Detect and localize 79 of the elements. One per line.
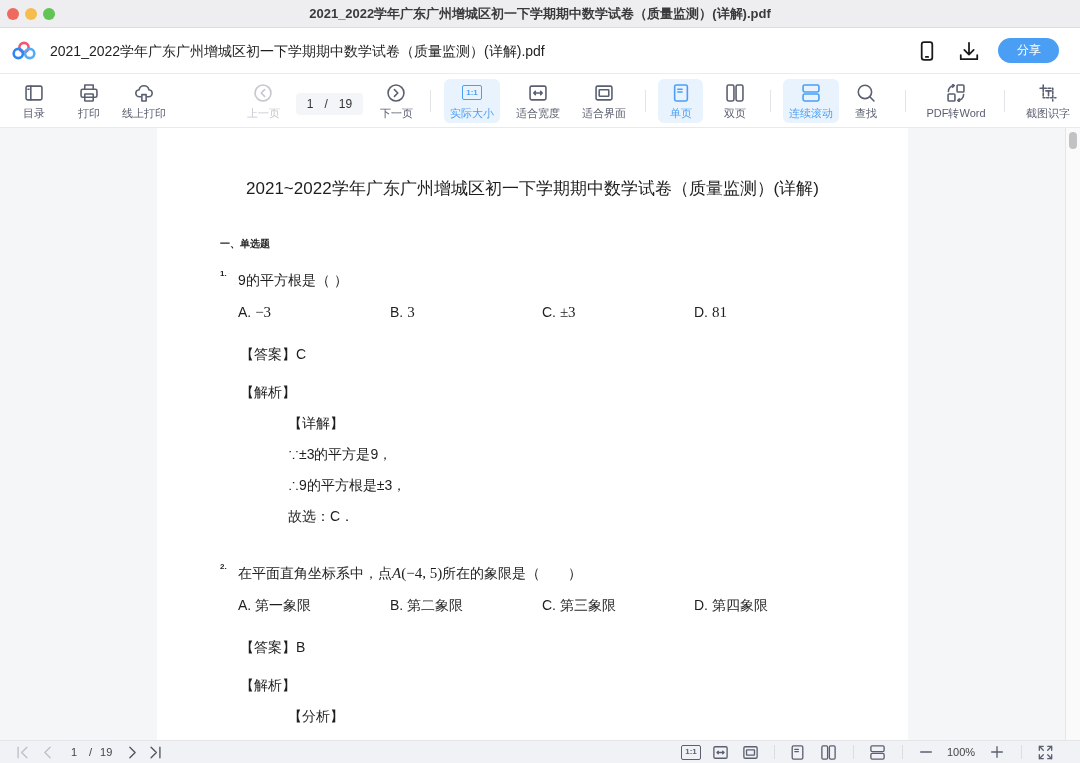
chevron-left-circle-icon xyxy=(254,83,272,102)
screenshot-text-button[interactable]: 截图识字 xyxy=(1020,78,1076,123)
two-pages-icon xyxy=(725,83,744,102)
page-number-field[interactable]: 1 / 19 xyxy=(296,93,363,115)
two-pages-icon xyxy=(821,744,836,760)
fit-width-icon xyxy=(529,83,547,102)
zoom-in-button[interactable] xyxy=(989,744,1004,760)
analysis-heading: 【解析】 xyxy=(240,676,296,695)
fit-page-button[interactable] xyxy=(743,744,758,760)
scrollbar-track[interactable] xyxy=(1065,128,1080,740)
crop-text-icon xyxy=(1039,83,1057,102)
chevron-right-circle-icon xyxy=(387,83,405,102)
online-print-button[interactable]: 线上打印 xyxy=(116,78,172,123)
print-button[interactable]: 打印 xyxy=(67,78,111,123)
download-button[interactable] xyxy=(959,40,979,61)
page-separator: / xyxy=(88,745,94,759)
answer-option: A. −3 xyxy=(238,304,272,320)
answer-option: D. 81 xyxy=(694,304,727,320)
contents-button[interactable]: 目录 xyxy=(12,78,56,123)
continuous-scroll-button[interactable] xyxy=(870,744,885,760)
stacked-pages-icon xyxy=(802,83,820,102)
convert-icon xyxy=(947,83,965,102)
minus-icon xyxy=(919,751,932,753)
question-number: 1. xyxy=(220,269,227,279)
fit-page-icon xyxy=(595,83,613,102)
pdf-to-word-button[interactable]: PDF转Word xyxy=(920,78,992,123)
download-icon xyxy=(959,40,979,61)
fullscreen-icon xyxy=(1038,744,1053,760)
question-text: 9的平方根是（ ） xyxy=(238,271,348,290)
plus-icon xyxy=(990,746,1003,758)
file-name: 2021_2022学年广东广州增城区初一下学期期中数学试卷（质量监测）(详解).pdf xyxy=(50,41,545,60)
scrollbar-thumb[interactable] xyxy=(1069,132,1077,149)
sidebar-icon xyxy=(25,83,43,102)
solution-line: 【分析】 xyxy=(288,707,344,726)
answer-option: A. 第一象限 xyxy=(238,597,312,613)
question-text: 在平面直角坐标系中，点A(−4, 5)所在的象限是（ ） xyxy=(238,564,583,583)
stacked-pages-icon xyxy=(870,744,885,760)
answer-text: 【答案】C xyxy=(240,345,307,364)
answer-option: D. 第四象限 xyxy=(694,597,768,613)
single-page-icon xyxy=(671,83,690,102)
analysis-heading: 【解析】 xyxy=(240,383,296,402)
page-total: 19 xyxy=(100,745,113,759)
fit-width-icon xyxy=(713,744,728,760)
answer-option: C. ±3 xyxy=(542,304,576,320)
document-title: 2021~2022学年广东广州增城区初一下学期期中数学试卷（质量监测）(详解) xyxy=(246,178,819,200)
find-button[interactable]: 查找 xyxy=(843,78,888,123)
close-button[interactable] xyxy=(7,7,19,20)
fit-width-button[interactable]: 适合宽度 xyxy=(510,78,566,123)
fit-page-icon xyxy=(743,744,758,760)
solution-line: 【详解】 xyxy=(288,414,344,433)
answer-text: 【答案】B xyxy=(240,638,306,657)
cloud-icon xyxy=(135,83,153,102)
app-logo-icon xyxy=(12,41,36,60)
search-icon xyxy=(856,83,875,102)
two-page-button[interactable]: 双页 xyxy=(712,78,757,123)
answer-option: B. 3 xyxy=(390,304,415,320)
fit-width-button[interactable] xyxy=(713,744,728,760)
first-page-icon xyxy=(15,744,30,760)
solution-line: ∴9的平方根是±3， xyxy=(288,476,407,495)
section-heading: 一、单选题 xyxy=(220,237,270,251)
next-page-button[interactable]: 下一页 xyxy=(372,78,420,123)
ratio-icon: 1:1 xyxy=(462,85,482,100)
two-page-button[interactable] xyxy=(821,744,836,760)
answer-option: B. 第二象限 xyxy=(390,597,464,613)
answer-option: C. 第三象限 xyxy=(542,597,616,613)
fit-page-button[interactable]: 适合界面 xyxy=(576,78,632,123)
single-page-icon xyxy=(790,744,805,760)
question-number: 2. xyxy=(220,562,227,572)
actual-size-button[interactable]: 1:1 xyxy=(681,744,701,760)
page-number-field[interactable]: 1 xyxy=(67,745,81,759)
last-page-button[interactable] xyxy=(148,744,164,760)
zoom-level: 100% xyxy=(946,745,976,759)
solution-line: ∵±3的平方是9， xyxy=(288,445,393,464)
single-page-button[interactable] xyxy=(790,744,805,760)
printer-icon xyxy=(80,83,98,102)
window-title: 2021_2022学年广东广州增城区初一下学期期中数学试卷（质量监测）(详解).pdf xyxy=(309,5,771,22)
solution-line: 故选：C． xyxy=(288,507,355,526)
last-page-icon xyxy=(148,744,164,760)
fullscreen-button[interactable] xyxy=(1038,744,1053,760)
